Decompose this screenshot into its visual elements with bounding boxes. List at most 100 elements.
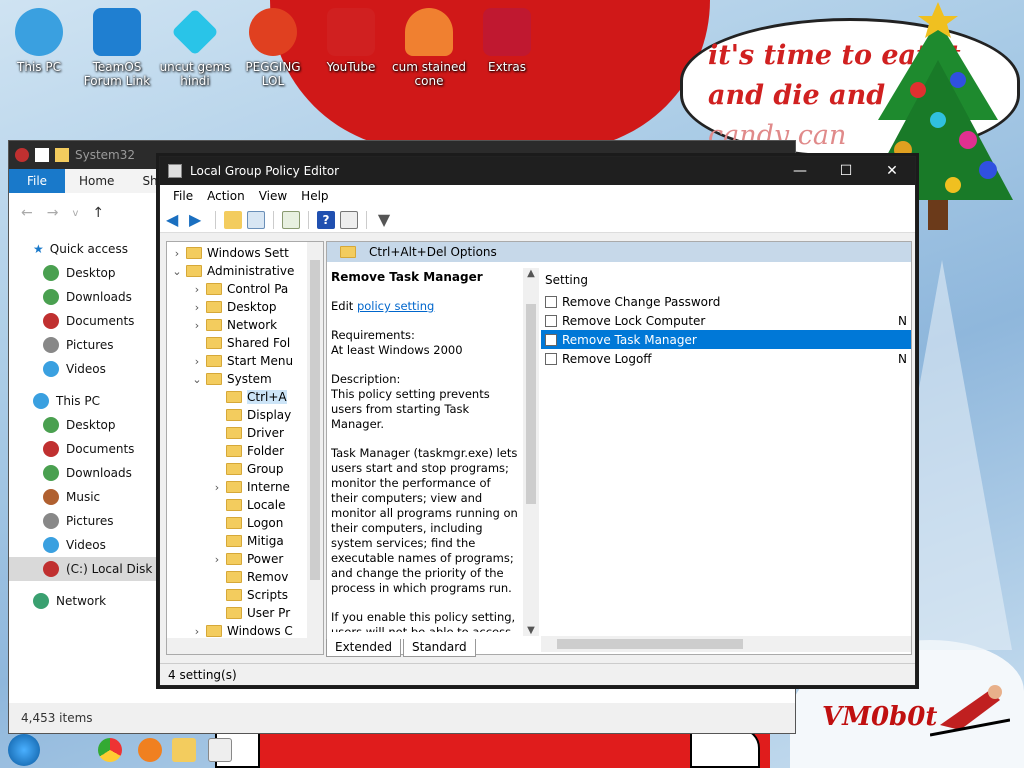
tree-node[interactable]: › Network xyxy=(191,316,277,334)
desktop-icon-extras[interactable]: Extras xyxy=(468,8,546,74)
file-explorer-taskbar-icon[interactable] xyxy=(172,738,196,762)
computer-icon xyxy=(33,393,49,409)
edit-policy-link[interactable]: policy setting xyxy=(357,299,434,313)
gpedit-titlebar[interactable]: Local Group Policy Editor — ☐ ✕ xyxy=(160,157,915,185)
settings-list[interactable]: Setting Remove Change Password Remove Loc… xyxy=(541,268,911,636)
properties-icon[interactable] xyxy=(35,148,49,162)
description-text: This policy setting prevents users from … xyxy=(331,387,490,431)
close-button[interactable]: ✕ xyxy=(869,157,915,185)
back-arrow-icon[interactable]: ◀ xyxy=(166,210,184,229)
tab-extended[interactable]: Extended xyxy=(326,639,401,657)
up-folder-icon[interactable] xyxy=(224,210,242,229)
forward-arrow-icon[interactable]: ▶ xyxy=(189,210,207,229)
tree-node[interactable]: ⌄ System xyxy=(191,370,271,388)
tree-node[interactable]: Logon xyxy=(211,514,283,532)
ribbon-tab-file[interactable]: File xyxy=(9,169,65,193)
tree-node[interactable]: Mitiga xyxy=(211,532,284,550)
desktop-icon-youtube[interactable]: YouTube xyxy=(312,8,390,74)
new-folder-icon[interactable] xyxy=(55,148,69,162)
group-policy-editor-window[interactable]: Local Group Policy Editor — ☐ ✕ File Act… xyxy=(159,156,916,686)
gift-icon xyxy=(483,8,531,56)
tree-node-label: Power xyxy=(247,552,284,566)
tree-node[interactable]: Folder xyxy=(211,442,284,460)
tree-node[interactable]: › Interne xyxy=(211,478,290,496)
tree-node[interactable]: Shared Fol xyxy=(191,334,290,352)
folder-icon xyxy=(226,571,242,583)
menu-help[interactable]: Help xyxy=(294,189,335,203)
toolbar-separator xyxy=(308,210,309,229)
menu-view[interactable]: View xyxy=(252,189,294,203)
chevron-right-icon[interactable]: › xyxy=(191,625,203,638)
maximize-button[interactable]: ☐ xyxy=(823,157,869,185)
recent-chevron-icon[interactable]: v xyxy=(72,208,78,219)
ribbon-tab-home[interactable]: Home xyxy=(65,169,128,193)
tree-node[interactable]: › Start Menu xyxy=(191,352,293,370)
minimize-button[interactable]: — xyxy=(777,157,823,185)
properties-pane-icon[interactable] xyxy=(340,210,358,229)
filter-icon[interactable]: ▼ xyxy=(375,210,393,229)
desktop-icon-teamos[interactable]: TeamOS Forum Link xyxy=(78,8,156,88)
setting-row[interactable]: Remove Logoff N xyxy=(541,349,911,368)
tree-node[interactable]: Group xyxy=(211,460,284,478)
tree-vscrollbar[interactable] xyxy=(307,242,323,638)
tree-node[interactable]: › Power xyxy=(211,550,283,568)
setting-row[interactable]: Remove Change Password xyxy=(541,292,911,311)
help-icon[interactable]: ? xyxy=(317,210,335,229)
tree-node[interactable]: Display xyxy=(211,406,291,424)
start-button-icon[interactable] xyxy=(8,734,40,766)
tree-scroll-thumb[interactable] xyxy=(310,260,320,580)
tree-node[interactable]: Remov xyxy=(211,568,288,586)
desktop-icon-cone[interactable]: cum stained cone xyxy=(390,8,468,88)
tree-node[interactable]: › Control Pa xyxy=(191,280,288,298)
show-hide-tree-icon[interactable] xyxy=(247,210,265,229)
setting-row[interactable]: Remove Task Manager xyxy=(541,330,911,349)
menu-file[interactable]: File xyxy=(166,189,200,203)
tree-node[interactable]: ⌄ Administrative xyxy=(171,262,294,280)
chevron-right-icon[interactable]: › xyxy=(191,355,203,368)
tree-node[interactable]: › Windows Sett xyxy=(171,244,289,262)
desktop-icon-uncut-gems[interactable]: uncut gems hindi xyxy=(156,8,234,88)
requirements: Requirements: At least Windows 2000 xyxy=(331,328,519,358)
tree-node[interactable]: › Desktop xyxy=(191,298,277,316)
settings-hscrollbar[interactable] xyxy=(541,636,911,652)
tree-node[interactable]: Driver xyxy=(211,424,284,442)
tab-standard[interactable]: Standard xyxy=(403,639,476,657)
desktop-icon-this-pc[interactable]: This PC xyxy=(0,8,78,74)
chevron-right-icon[interactable]: › xyxy=(191,319,203,332)
gpedit-taskbar-icon[interactable] xyxy=(208,738,232,762)
tree-node-label: Windows C xyxy=(227,624,293,638)
chevron-right-icon[interactable]: › xyxy=(211,481,223,494)
export-list-icon[interactable] xyxy=(282,210,300,229)
desktop-icon-pegging[interactable]: PEGGING LOL xyxy=(234,8,312,88)
tree-node[interactable]: Scripts xyxy=(211,586,288,604)
scroll-down-icon[interactable]: ▼ xyxy=(523,625,539,636)
firefox-icon[interactable] xyxy=(138,738,162,762)
scroll-up-icon[interactable]: ▲ xyxy=(523,268,539,279)
menu-action[interactable]: Action xyxy=(200,189,252,203)
tree-node[interactable]: User Pr xyxy=(211,604,290,622)
forward-arrow-icon[interactable]: → xyxy=(47,205,59,221)
folder-icon xyxy=(226,499,242,511)
chevron-right-icon[interactable]: › xyxy=(191,283,203,296)
chrome-icon[interactable] xyxy=(98,738,122,762)
chevron-right-icon[interactable]: › xyxy=(171,247,183,260)
chevron-right-icon[interactable]: › xyxy=(211,553,223,566)
column-header-setting[interactable]: Setting xyxy=(541,268,911,292)
back-arrow-icon[interactable]: ← xyxy=(21,205,33,221)
policy-tree-pane[interactable]: › Windows Sett ⌄ Administrative › Control Pa ›… xyxy=(166,241,324,655)
setting-row[interactable]: Remove Lock Computer N xyxy=(541,311,911,330)
settings-scroll-thumb[interactable] xyxy=(557,639,743,649)
tree-hscrollbar[interactable] xyxy=(167,638,323,654)
chevron-right-icon[interactable]: › xyxy=(191,301,203,314)
computer-icon xyxy=(15,8,63,56)
up-arrow-icon[interactable]: ↑ xyxy=(92,205,104,221)
skier-figure-icon xyxy=(930,685,1010,737)
description-scroll-thumb[interactable] xyxy=(526,304,536,504)
chevron-down-icon[interactable]: ⌄ xyxy=(171,265,183,278)
tree-node[interactable]: Locale xyxy=(211,496,285,514)
tree-node[interactable]: Ctrl+A xyxy=(211,388,287,406)
network-icon xyxy=(33,593,49,609)
chevron-down-icon[interactable]: ⌄ xyxy=(191,373,203,386)
description-scrollbar[interactable]: ▲ ▼ xyxy=(523,268,539,636)
tree-node-label: User Pr xyxy=(247,606,291,620)
